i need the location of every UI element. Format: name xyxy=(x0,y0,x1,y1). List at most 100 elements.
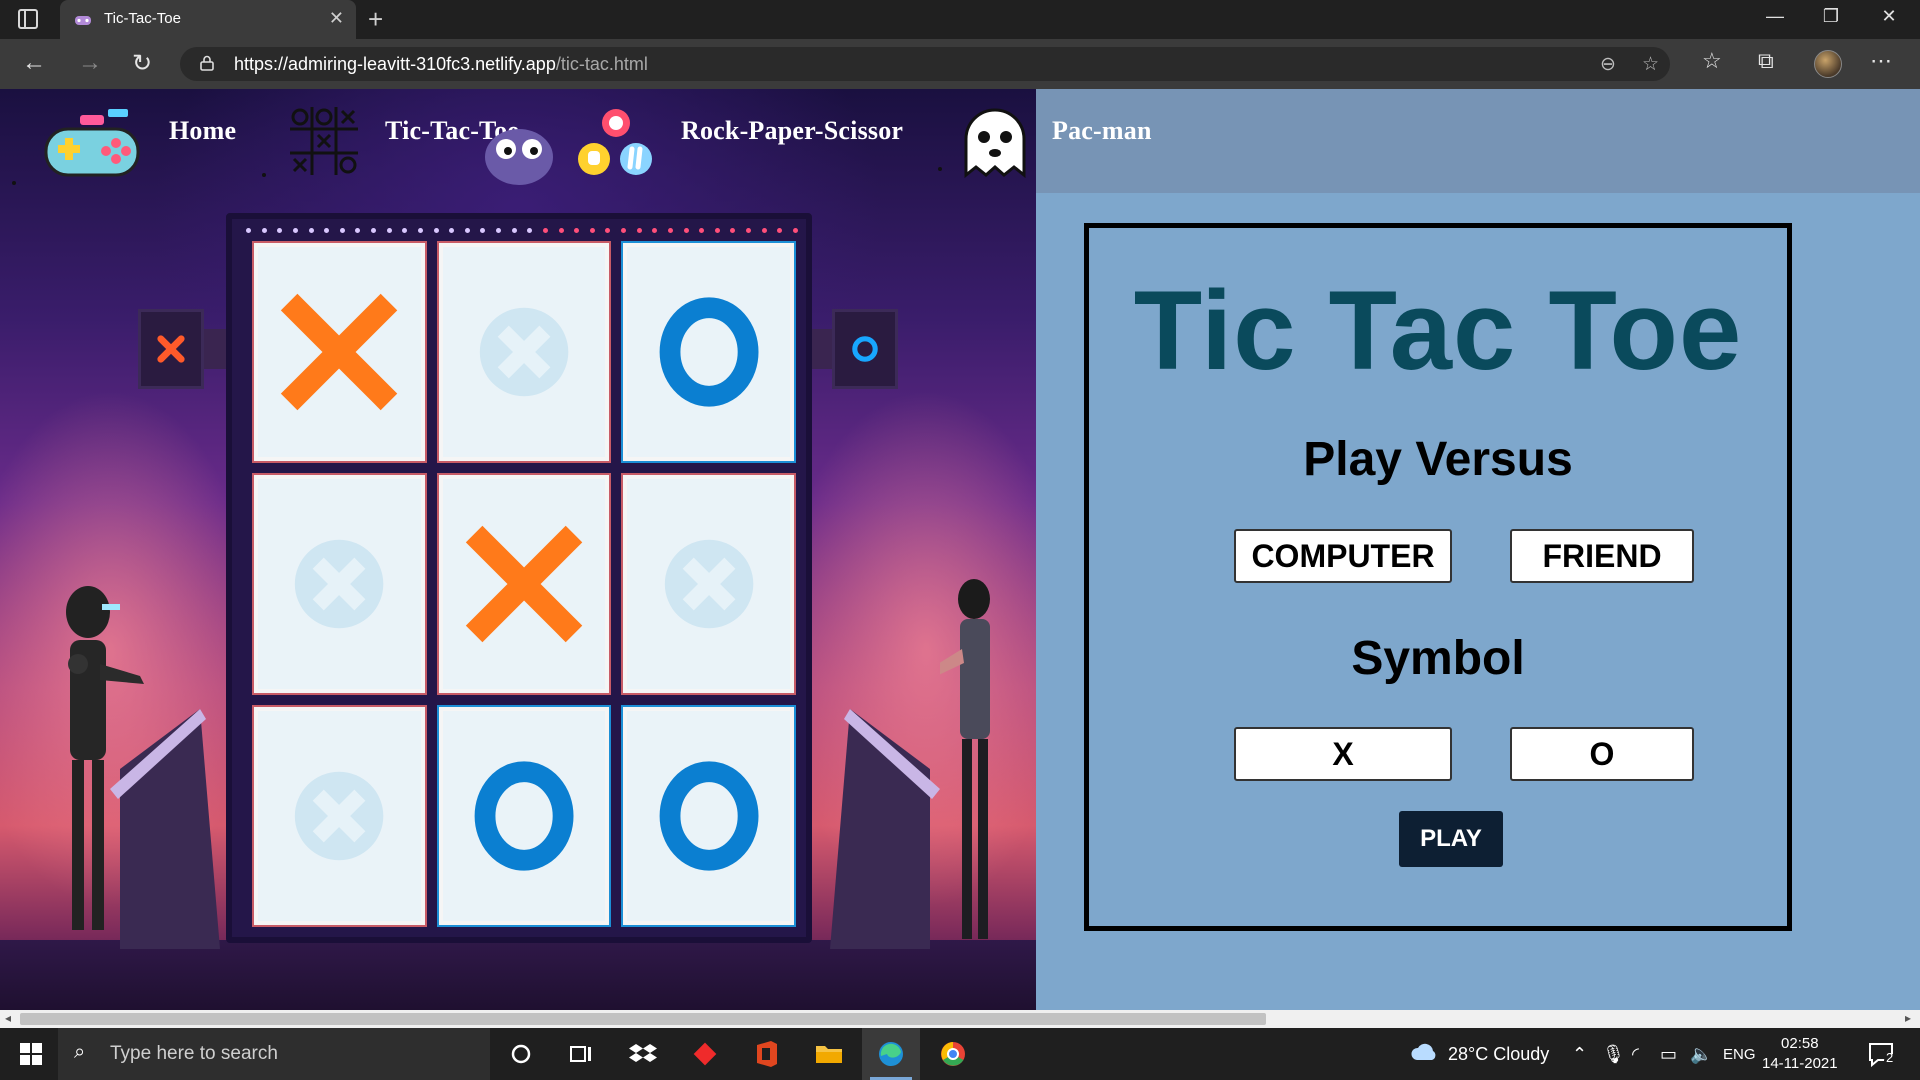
horizontal-scrollbar[interactable]: ◂ ▸ xyxy=(0,1010,1920,1028)
battery-icon[interactable]: ▭ xyxy=(1660,1044,1677,1065)
nav-rps-link[interactable]: Rock-Paper-Scissor xyxy=(681,116,903,146)
browser-toolbar: ← → ↻ https://admiring-leavitt-310fc3.ne… xyxy=(0,39,1920,89)
language-indicator[interactable]: ENG xyxy=(1723,1046,1756,1063)
gamepad-logo-icon[interactable] xyxy=(40,107,144,181)
x-mark-icon xyxy=(157,335,185,363)
office-icon[interactable] xyxy=(738,1028,796,1080)
hero-illustration xyxy=(0,89,1036,1010)
machine-light xyxy=(589,227,595,233)
board-cell-6 xyxy=(252,705,427,927)
game-setup-panel: Tic Tac Toe Play Versus COMPUTER FRIEND … xyxy=(1084,223,1792,931)
machine-light xyxy=(621,227,626,233)
pacman-ghost-icon[interactable] xyxy=(960,105,1030,181)
machine-light xyxy=(277,227,283,233)
right-console xyxy=(830,709,940,949)
anydesk-icon[interactable] xyxy=(676,1028,734,1080)
board-cell-5 xyxy=(621,473,796,695)
profile-avatar[interactable] xyxy=(1814,50,1842,78)
volume-icon[interactable]: 🔈 xyxy=(1690,1044,1712,1065)
cloud-weather-icon[interactable] xyxy=(1410,1042,1438,1064)
machine-light xyxy=(464,227,470,233)
machine-light xyxy=(402,227,408,233)
machine-light xyxy=(792,227,798,233)
cortana-icon[interactable] xyxy=(492,1028,550,1080)
reload-icon[interactable]: ↻ xyxy=(132,49,152,78)
tab-close-icon[interactable]: ✕ xyxy=(329,8,344,29)
address-bar[interactable]: https://admiring-leavitt-310fc3.netlify.… xyxy=(180,47,1670,81)
hero-floor xyxy=(0,940,1036,1010)
machine-light xyxy=(527,227,533,233)
clock-time: 02:58 xyxy=(1781,1035,1819,1052)
window-close-icon[interactable]: ✕ xyxy=(1866,6,1912,27)
machine-light xyxy=(246,227,251,233)
machine-light xyxy=(386,227,392,233)
board-cell-4 xyxy=(436,473,612,695)
machine-light xyxy=(308,227,314,233)
symbol-o-button[interactable]: O xyxy=(1510,727,1694,781)
url-host: https://admiring-leavitt-310fc3.netlify.… xyxy=(234,54,556,74)
navbar-right-background xyxy=(1036,89,1920,193)
player-x-indicator xyxy=(138,309,204,389)
rock-paper-scissor-icon[interactable] xyxy=(576,103,656,183)
windows-taskbar: ⌕ Type here to search 28°C Cloudy ⌃ 🎙 ◜ … xyxy=(0,1028,1920,1080)
machine-light xyxy=(558,227,564,233)
machine-light xyxy=(777,227,783,233)
favorites-icon[interactable]: ☆ xyxy=(1702,48,1722,74)
machine-light xyxy=(652,227,658,233)
minimize-icon[interactable]: — xyxy=(1752,6,1798,27)
add-favorite-icon[interactable]: ☆ xyxy=(1642,53,1659,76)
windows-start-icon[interactable] xyxy=(20,1043,42,1065)
machine-light xyxy=(761,227,767,233)
dropbox-icon[interactable] xyxy=(614,1028,672,1080)
play-button[interactable]: PLAY xyxy=(1399,811,1503,867)
empty-cell-icon xyxy=(295,771,384,861)
computer-button[interactable]: COMPUTER xyxy=(1234,529,1452,583)
notifications-icon[interactable] xyxy=(1868,1042,1898,1068)
machine-light xyxy=(667,227,673,233)
back-icon[interactable]: ← xyxy=(22,49,46,77)
machine-light xyxy=(511,227,517,233)
settings-more-icon[interactable]: ⋯ xyxy=(1870,48,1892,74)
file-explorer-icon[interactable] xyxy=(800,1028,858,1080)
decor-dot xyxy=(12,181,16,185)
machine-light xyxy=(746,227,751,233)
scroll-right-icon[interactable]: ▸ xyxy=(1905,1011,1911,1025)
empty-cell-icon xyxy=(479,307,569,397)
search-placeholder: Type here to search xyxy=(110,1043,278,1064)
edge-browser-icon[interactable] xyxy=(862,1028,920,1080)
machine-light xyxy=(496,227,501,233)
system-clock[interactable]: 02:58 14-11-2021 xyxy=(1762,1034,1838,1074)
chrome-icon[interactable] xyxy=(924,1028,982,1080)
url-path: /tic-tac.html xyxy=(555,54,648,74)
tic-tac-toe-grid-icon[interactable] xyxy=(288,105,360,177)
decor-dot xyxy=(262,173,266,177)
task-view-icon[interactable] xyxy=(552,1028,610,1080)
machine-light xyxy=(636,227,642,233)
tic-tac-toe-board xyxy=(252,241,796,927)
forward-icon[interactable]: → xyxy=(78,49,102,77)
microphone-icon[interactable]: 🎙 xyxy=(1602,1044,1625,1065)
tab-actions-icon[interactable] xyxy=(18,9,38,29)
nav-home-link[interactable]: Home xyxy=(169,116,236,146)
symbol-x-button[interactable]: X xyxy=(1234,727,1452,781)
restore-icon[interactable]: ❐ xyxy=(1808,6,1854,27)
x-mark-icon xyxy=(281,293,398,411)
browser-tab[interactable]: Tic-Tac-Toe ✕ xyxy=(60,0,356,39)
machine-light xyxy=(339,227,345,233)
scroll-left-icon[interactable]: ◂ xyxy=(5,1011,11,1025)
site-navbar: Home Tic-Tac-Toe Rock-Paper-Scissor Pac-… xyxy=(0,89,1920,193)
robot-figure xyxy=(66,586,144,930)
network-icon[interactable]: ◜ xyxy=(1632,1044,1639,1065)
weather-text[interactable]: 28°C Cloudy xyxy=(1448,1044,1549,1065)
zoom-icon[interactable]: ⊖ xyxy=(1600,53,1616,76)
new-tab-icon[interactable]: + xyxy=(368,4,383,35)
machine-light xyxy=(261,227,267,233)
friend-button[interactable]: FRIEND xyxy=(1510,529,1694,583)
taskbar-search-box[interactable]: ⌕ Type here to search xyxy=(58,1028,490,1080)
empty-cell-icon xyxy=(664,539,753,629)
scrollbar-thumb[interactable] xyxy=(20,1013,1266,1025)
collections-icon[interactable]: ⧉ xyxy=(1758,48,1774,74)
nav-pacman-link[interactable]: Pac-man xyxy=(1052,116,1152,146)
show-hidden-icons-icon[interactable]: ⌃ xyxy=(1572,1044,1587,1065)
url-text: https://admiring-leavitt-310fc3.netlify.… xyxy=(234,54,648,75)
